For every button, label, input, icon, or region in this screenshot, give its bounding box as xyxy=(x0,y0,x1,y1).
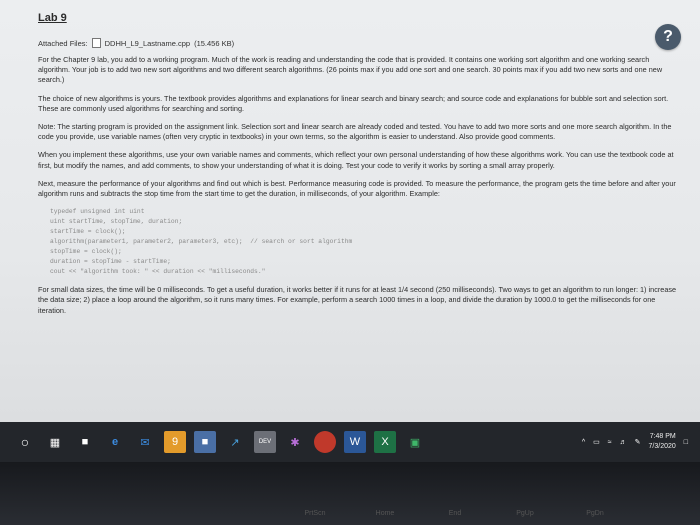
start-icon[interactable]: ○ xyxy=(10,434,40,450)
file-size: (15.456 KB) xyxy=(194,38,235,48)
app-icon-9[interactable]: 9 xyxy=(164,431,186,453)
assignment-page: Lab 9 Attached Files: DDHH_L9_Lastname.c… xyxy=(0,0,700,422)
code-line: stopTime = clock(); xyxy=(50,248,122,256)
word-icon[interactable]: W xyxy=(344,431,366,453)
wifi-icon[interactable]: ≈ xyxy=(608,439,612,446)
page-title: Lab 9 xyxy=(38,12,67,24)
laptop-keyboard-area: PrtScn Home End PgUp PgDn xyxy=(0,462,700,525)
taskbar: ○ ▦ ■ e ✉ 9 ■ ↗ DEV ✱ W X ▣ ^ ▭ ≈ ♬ ✎ 7:… xyxy=(0,422,700,462)
system-tray: ^ ▭ ≈ ♬ ✎ 7:48 PM 7/3/2020 □ xyxy=(582,432,700,452)
help-button[interactable]: ? xyxy=(655,24,681,50)
edge-icon[interactable]: e xyxy=(104,431,126,453)
tray-caret-icon[interactable]: ^ xyxy=(582,439,585,446)
file-icon xyxy=(91,38,101,48)
key-label: PgUp xyxy=(516,510,534,517)
key-label: End xyxy=(448,510,462,517)
paragraph: For small data sizes, the time will be 0… xyxy=(38,285,677,315)
paragraph: Next, measure the performance of your al… xyxy=(38,178,676,199)
paragraph: Note: The starting program is provided o… xyxy=(38,122,672,142)
code-line: uint startTime, stopTime, duration; xyxy=(50,218,183,226)
mail-icon[interactable]: ✉ xyxy=(134,431,156,453)
photos-icon[interactable]: ▣ xyxy=(404,431,426,453)
code-line: startTime = clock(); xyxy=(50,228,126,236)
clock[interactable]: 7:48 PM 7/3/2020 xyxy=(649,432,676,452)
file-link[interactable]: DDHH_L9_Lastname.cpp xyxy=(105,39,190,48)
code-line: cout << "algorithm took: " << duration <… xyxy=(50,268,266,276)
app-icon-square[interactable]: ■ xyxy=(194,431,216,453)
paragraph: The choice of new algorithms is yours. T… xyxy=(38,93,669,113)
store-icon[interactable]: ■ xyxy=(74,431,96,453)
task-view-icon[interactable]: ▦ xyxy=(44,431,66,453)
clock-date: 7/3/2020 xyxy=(648,443,676,450)
attached-label: Attached Files: xyxy=(38,38,88,48)
pen-icon[interactable]: ✎ xyxy=(635,438,641,446)
code-line: duration = stopTime - startTime; xyxy=(50,258,171,266)
app-icon-red[interactable] xyxy=(314,431,336,453)
volume-icon[interactable]: ♬ xyxy=(620,439,627,446)
code-example: typedef unsigned int uint uint startTime,… xyxy=(50,207,678,277)
stocks-icon[interactable]: ↗ xyxy=(224,431,246,453)
key-label: PrtScn xyxy=(304,510,326,517)
battery-icon[interactable]: ▭ xyxy=(593,438,600,446)
devcpp-icon[interactable]: DEV xyxy=(254,431,276,453)
attached-files: Attached Files: DDHH_L9_Lastname.cpp (15… xyxy=(38,38,678,48)
notification-icon[interactable]: □ xyxy=(684,439,688,446)
key-label: Home xyxy=(375,510,395,517)
paragraph: When you implement these algorithms, use… xyxy=(38,150,674,170)
puzzle-icon[interactable]: ✱ xyxy=(284,431,306,453)
key-label: PgDn xyxy=(586,510,604,517)
paragraph: For the Chapter 9 lab, you add to a work… xyxy=(38,55,663,85)
excel-icon[interactable]: X xyxy=(374,431,396,453)
clock-time: 7:48 PM xyxy=(649,433,676,440)
assignment-content: Lab 9 Attached Files: DDHH_L9_Lastname.c… xyxy=(38,12,678,324)
code-line: typedef unsigned int uint xyxy=(50,208,145,216)
code-line: algorithm(parameter1, parameter2, parame… xyxy=(50,238,353,246)
